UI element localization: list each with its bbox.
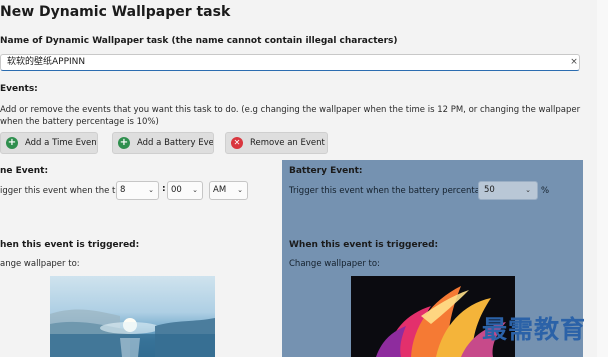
minute-select[interactable]: 00 ⌄ (167, 181, 203, 200)
battery-event-title: Battery Event: (289, 166, 363, 176)
wallpaper-preview-lake[interactable] (50, 276, 215, 357)
task-name-input[interactable]: 软软的壁纸APPINN (0, 54, 580, 71)
chevron-down-icon: ⌄ (148, 186, 154, 194)
task-name-label: Name of Dynamic Wallpaper task (the name… (0, 36, 398, 46)
chevron-down-icon: ⌄ (237, 186, 243, 194)
add-time-event-label: Add a Time Event (25, 138, 98, 148)
plus-icon: + (118, 137, 130, 149)
remove-icon: ✕ (231, 137, 243, 149)
events-description: Add or remove the events that you want t… (0, 105, 581, 127)
chevron-down-icon: ⌄ (192, 186, 198, 194)
battery-percentage-value: 50 (484, 185, 495, 195)
battery-percentage-input[interactable]: 50 ⌄ (478, 181, 538, 200)
add-battery-event-button[interactable]: + Add a Battery Event (112, 132, 214, 154)
minute-value: 00 (171, 185, 182, 195)
add-time-event-button[interactable]: + Add a Time Event (0, 132, 98, 154)
time-colon: : (162, 184, 166, 194)
lake-wallpaper-image (50, 309, 215, 357)
page-title: New Dynamic Wallpaper task (0, 4, 231, 20)
remove-event-button[interactable]: ✕ Remove an Event (225, 132, 328, 154)
time-change-text: ange wallpaper to: (0, 259, 80, 269)
ampm-select[interactable]: AM ⌄ (209, 181, 248, 200)
clear-icon[interactable]: × (568, 55, 580, 70)
time-triggered-title: hen this event is triggered: (0, 240, 140, 250)
battery-trigger-text: Trigger this event when the battery perc… (289, 186, 501, 196)
battery-triggered-title: When this event is triggered: (289, 240, 439, 250)
hour-select[interactable]: 8 ⌄ (116, 181, 159, 200)
ampm-value: AM (213, 185, 227, 195)
battery-change-text: Change wallpaper to: (289, 259, 380, 269)
remove-event-label: Remove an Event (250, 138, 325, 148)
add-battery-event-label: Add a Battery Event (137, 138, 214, 148)
events-label: Events: (0, 84, 38, 94)
percent-unit: % (541, 186, 550, 196)
scrollbar[interactable] (597, 0, 608, 357)
watermark-text: 最需教育 (482, 315, 587, 344)
time-event-title: ne Event: (0, 166, 49, 176)
chevron-down-icon: ⌄ (525, 186, 531, 194)
plus-icon: + (6, 137, 18, 149)
hour-value: 8 (120, 185, 126, 195)
